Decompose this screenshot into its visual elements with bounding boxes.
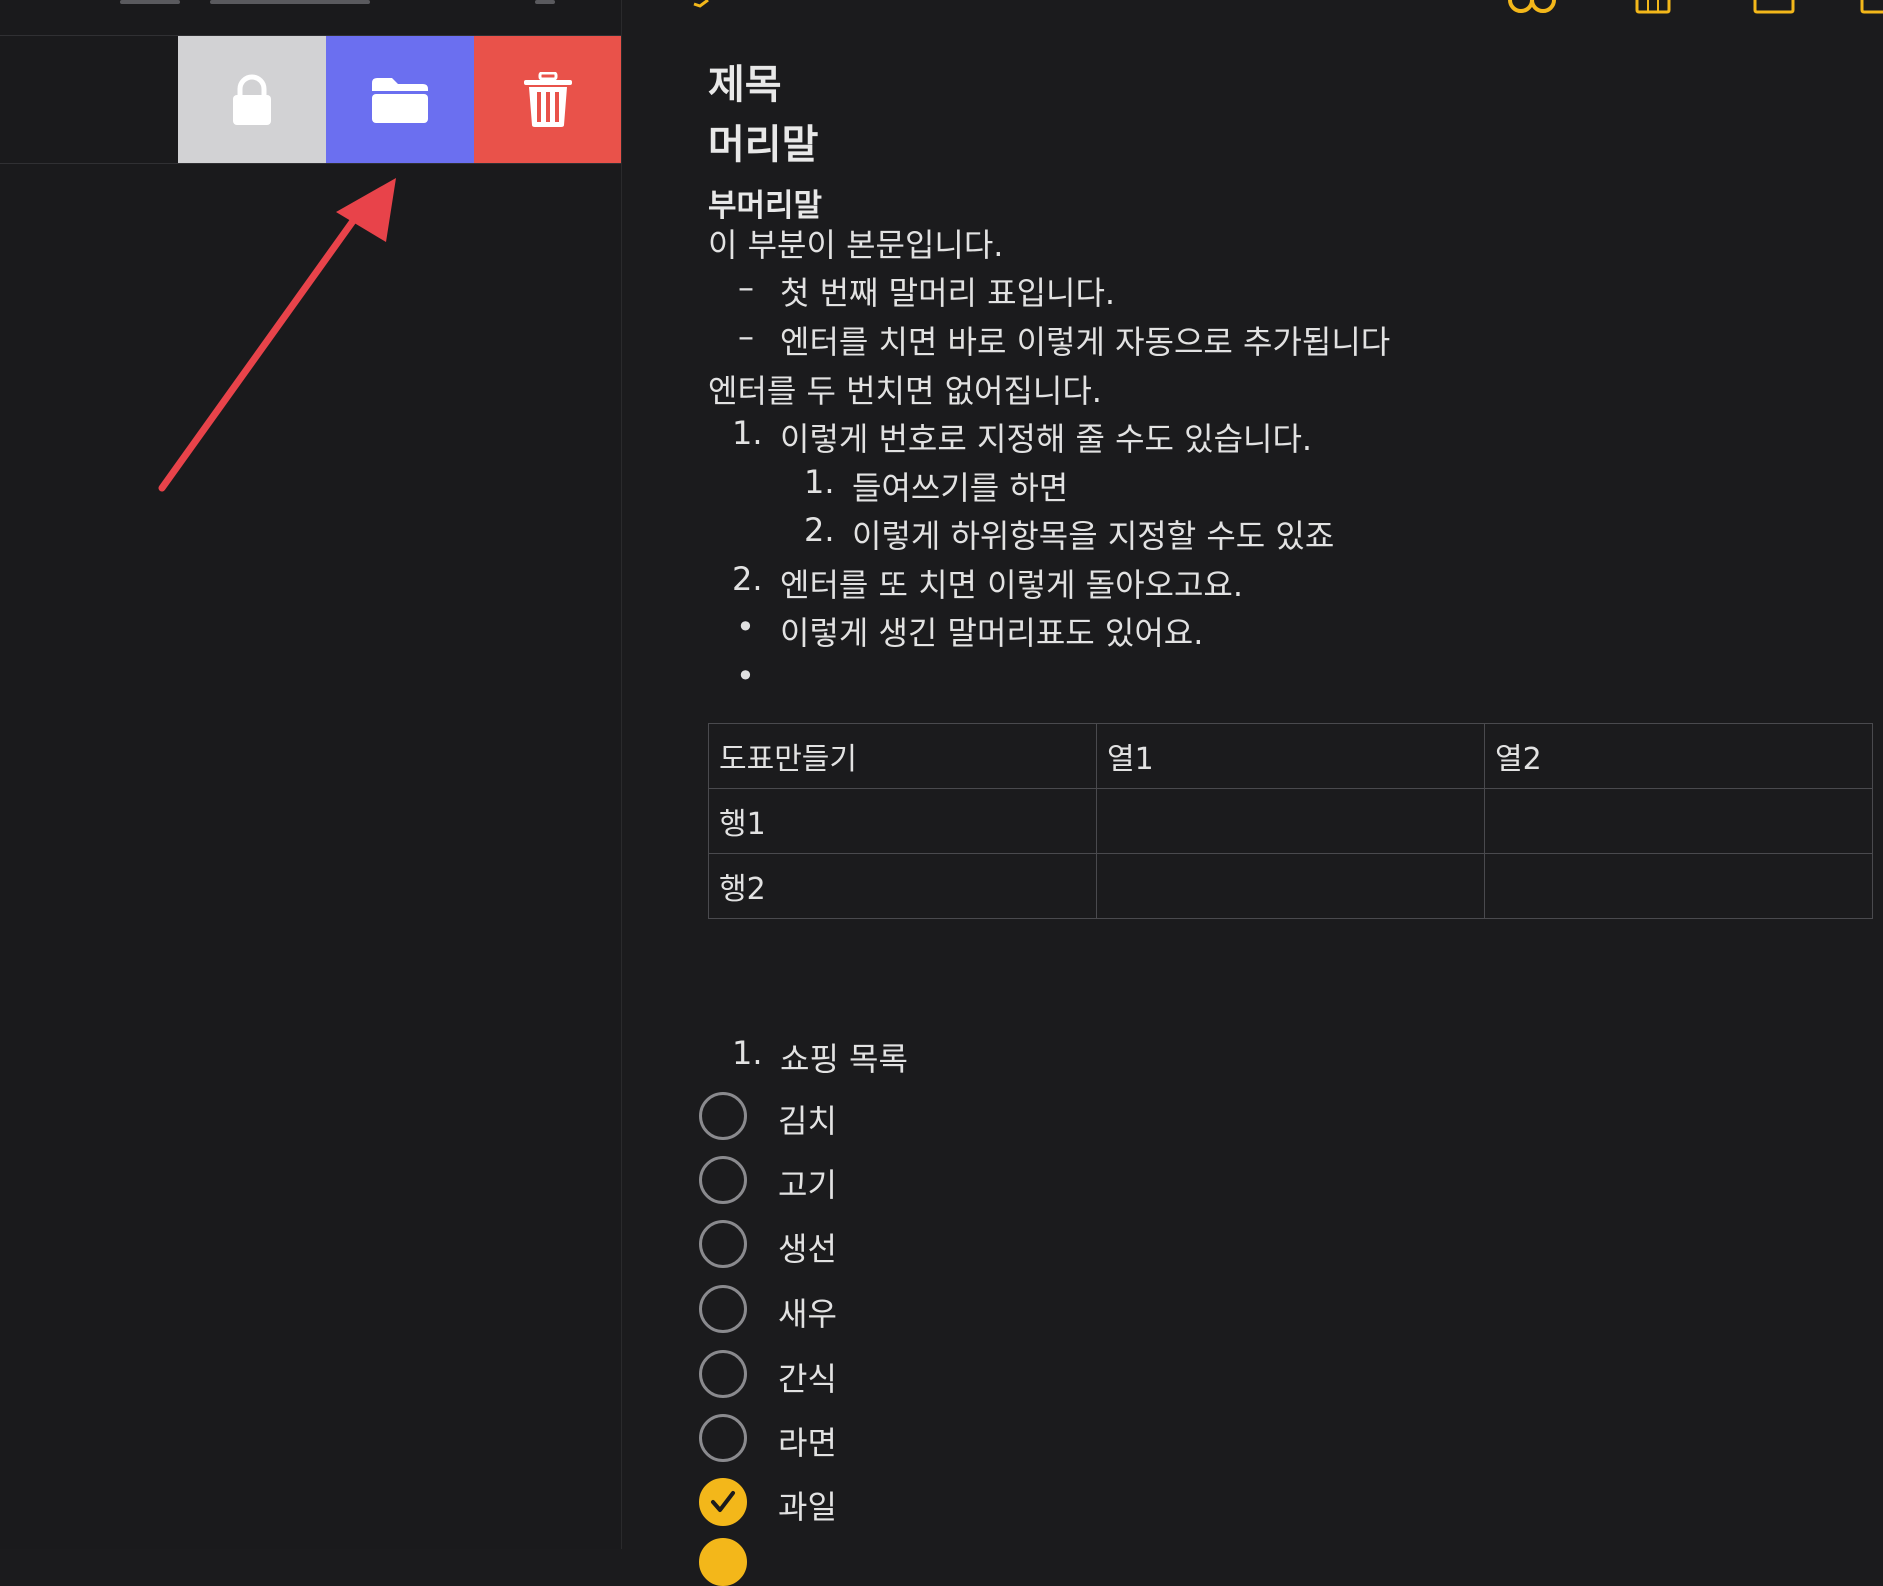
lock-icon [233, 74, 271, 125]
compose-icon[interactable] [1860, 0, 1883, 14]
checklist-label: 생선 [778, 1230, 837, 1268]
dash-marker: – [738, 268, 754, 306]
number-marker: 2. [732, 560, 763, 598]
list-item: 들여쓰기를 하면 [852, 469, 1069, 507]
sidebar-title-fragment [535, 0, 555, 4]
table-row: 도표만들기 열1 열2 [708, 723, 1873, 789]
dash-marker: – [738, 317, 754, 355]
delete-note-button[interactable] [474, 36, 621, 163]
checklist-checkbox-checked[interactable] [699, 1478, 747, 1526]
checkmark-icon [711, 1491, 735, 1512]
checklist-label: 간식 [778, 1360, 837, 1398]
note-title: 제목 [708, 62, 782, 108]
trash-icon [523, 71, 572, 127]
list-item: 이렇게 생긴 말머리표도 있어요. [780, 614, 1204, 652]
table-cell[interactable]: 열1 [1096, 723, 1485, 789]
body-text: 엔터를 두 번치면 없어집니다. [708, 372, 1102, 410]
table-cell[interactable]: 열2 [1484, 723, 1873, 789]
table-cell[interactable] [1484, 853, 1873, 919]
lock-note-button[interactable] [178, 36, 326, 163]
table-cell[interactable]: 도표만들기 [708, 723, 1097, 789]
checklist-label: 과일 [778, 1488, 837, 1526]
number-marker: 1. [732, 414, 763, 452]
table-row: 행2 [708, 853, 1873, 919]
number-marker: 2. [804, 511, 835, 549]
divider [0, 163, 621, 164]
list-item: 첫 번째 말머리 표입니다. [780, 274, 1116, 312]
number-marker: 1. [732, 1034, 763, 1072]
body-text: 이 부분이 본문입니다. [708, 226, 1004, 264]
sidebar-title-fragment [210, 0, 370, 4]
move-to-folder-button[interactable] [326, 36, 474, 163]
table-icon[interactable] [1635, 0, 1671, 14]
checklist-checkbox[interactable] [699, 1350, 747, 1398]
sidebar-title-fragment [120, 0, 180, 4]
list-item: 엔터를 치면 바로 이렇게 자동으로 추가됩니다 [780, 323, 1391, 361]
checklist-label: 새우 [778, 1295, 837, 1333]
list-item: 이렇게 번호로 지정해 줄 수도 있습니다. [780, 420, 1313, 458]
note-table[interactable]: 도표만들기 열1 열2 행1 행2 [708, 723, 1873, 919]
folder-icon [372, 77, 428, 123]
checklist-checkbox[interactable] [699, 1220, 747, 1268]
red-arrow-annotation [158, 178, 396, 492]
notes-sidebar [0, 0, 622, 1549]
number-marker: 1. [804, 463, 835, 501]
table-cell[interactable] [1096, 853, 1485, 919]
note-subheading: 부머리말 [708, 188, 823, 224]
note-heading: 머리말 [708, 122, 819, 168]
checklist-checkbox[interactable] [699, 1092, 747, 1140]
checklist-icon[interactable] [1505, 0, 1561, 14]
table-cell[interactable] [1484, 788, 1873, 854]
note-editor[interactable]: 제목 머리말 부머리말 이 부분이 본문입니다. – 첫 번째 말머리 표입니다… [622, 0, 1883, 1586]
checklist-label: 라면 [778, 1424, 837, 1462]
checklist-title: 쇼핑 목록 [780, 1040, 908, 1078]
camera-icon[interactable] [1753, 0, 1795, 14]
checklist-label: 고기 [778, 1166, 837, 1204]
bullet-marker: • [736, 657, 755, 695]
table-row: 행1 [708, 788, 1873, 854]
checklist-label: 김치 [778, 1102, 837, 1140]
table-cell[interactable]: 행1 [708, 788, 1097, 854]
checklist-checkbox[interactable] [699, 1414, 747, 1462]
table-cell[interactable] [1096, 788, 1485, 854]
collapse-icon[interactable] [692, 0, 714, 10]
list-item: 이렇게 하위항목을 지정할 수도 있죠 [852, 517, 1335, 555]
checklist-checkbox[interactable] [699, 1285, 747, 1333]
checklist-checkbox[interactable] [699, 1156, 747, 1204]
table-cell[interactable]: 행2 [708, 853, 1097, 919]
checklist-checkbox-checked[interactable] [699, 1538, 747, 1586]
list-item: 엔터를 또 치면 이렇게 돌아오고요. [780, 566, 1244, 604]
bullet-marker: • [736, 608, 755, 646]
